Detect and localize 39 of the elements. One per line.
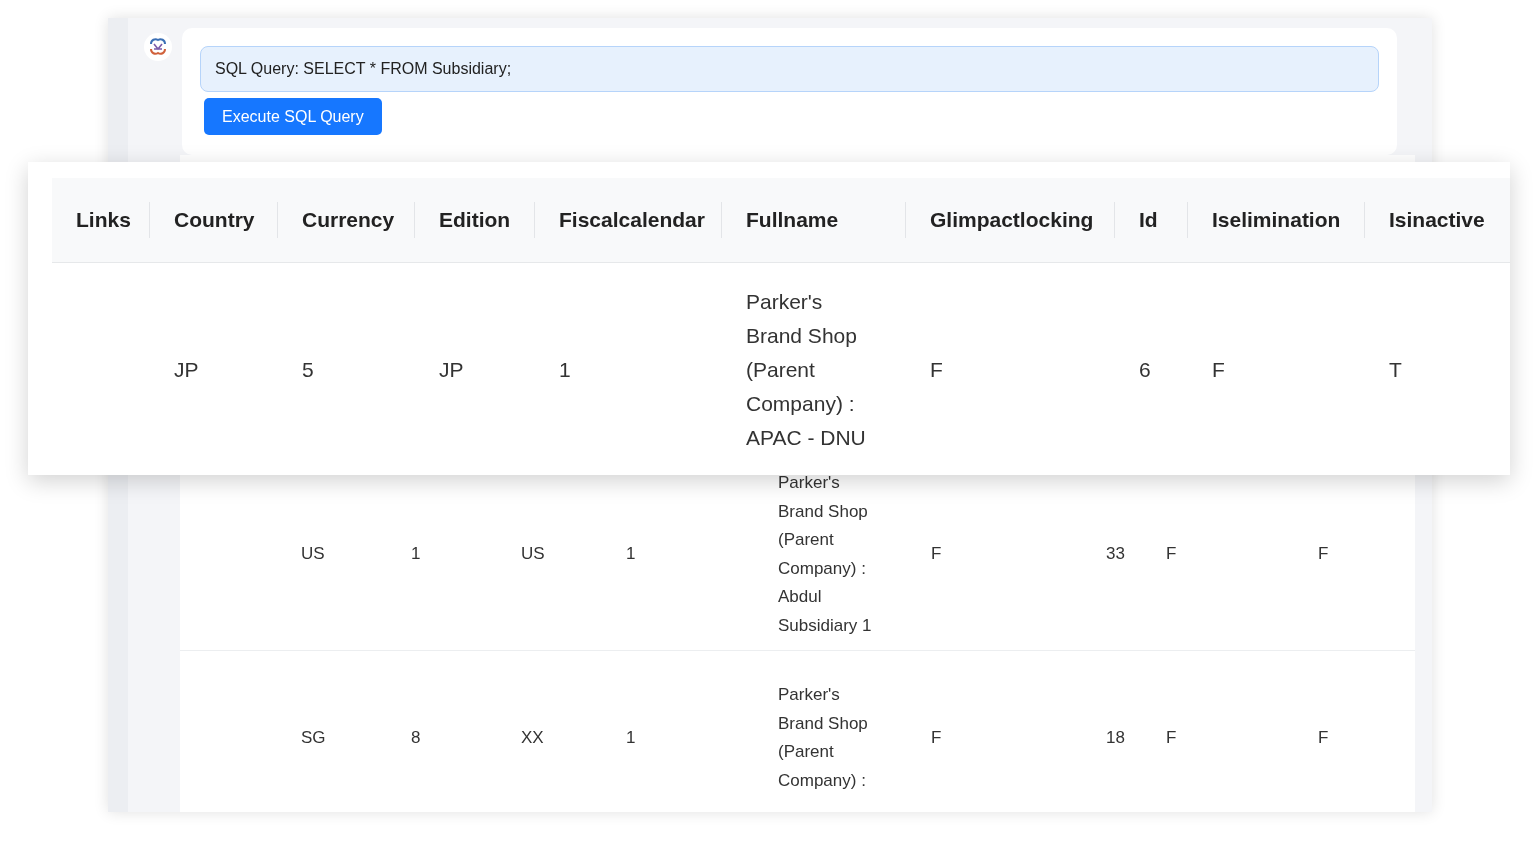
column-header: Glimpactlocking [906, 202, 1115, 238]
table-cell-text: 1 [558, 357, 572, 383]
table-cell-text: JP [438, 357, 465, 383]
table-cell-text: Parker's Brand Shop (Parent Company) : Abdul Subsidiary 1 [777, 472, 873, 637]
column-header: Country [150, 202, 278, 238]
table-cell-text: F [1317, 543, 1330, 566]
table-cell-text: JP [173, 357, 200, 383]
table-cell-text: 5 [301, 357, 315, 383]
column-header: Fullname [722, 202, 906, 238]
table-cell-text: 8 [410, 726, 422, 749]
table-cell-text: 1 [625, 543, 637, 566]
table-cell-text: 1 [625, 726, 637, 749]
table-cell-text: F [930, 543, 943, 566]
column-header: Edition [415, 202, 535, 238]
query-field[interactable]: SQL Query: SELECT * FROM Subsidiary; [200, 46, 1379, 92]
table-cell-text: F [930, 726, 943, 749]
table-cell-text: 6 [1138, 357, 1152, 383]
table-cell-text: F [1317, 726, 1330, 749]
execute-query-button[interactable]: Execute SQL Query [204, 98, 382, 135]
column-header: Fiscalcalendar [535, 202, 722, 238]
table-cell-text: 1 [410, 543, 422, 566]
column-header: Id [1115, 202, 1188, 238]
table-cell-text: F [1165, 543, 1178, 566]
table-cell-text: Parker's Brand Shop (Parent Company) : APAC - DNU [745, 289, 867, 451]
table-cell-text: XX [520, 726, 545, 749]
column-header: Isinactive [1388, 207, 1486, 233]
table-cell-text: SG [300, 726, 327, 749]
table-cell-text: 18 [1105, 726, 1126, 749]
column-header: Currency [278, 202, 415, 238]
table-cell-text: 33 [1105, 543, 1126, 566]
column-header: Links [52, 202, 150, 238]
table-cell-text: US [520, 543, 546, 566]
table-cell-text: F [1211, 357, 1226, 383]
table-cell-text: US [300, 543, 326, 566]
table-cell-text: F [929, 357, 944, 383]
table-cell-text: F [1165, 726, 1178, 749]
column-header: Iselimination [1188, 202, 1365, 238]
table-cell-text: T [1388, 357, 1403, 383]
table-cell-text: Parker's Brand Shop (Parent Company) : [777, 684, 869, 792]
